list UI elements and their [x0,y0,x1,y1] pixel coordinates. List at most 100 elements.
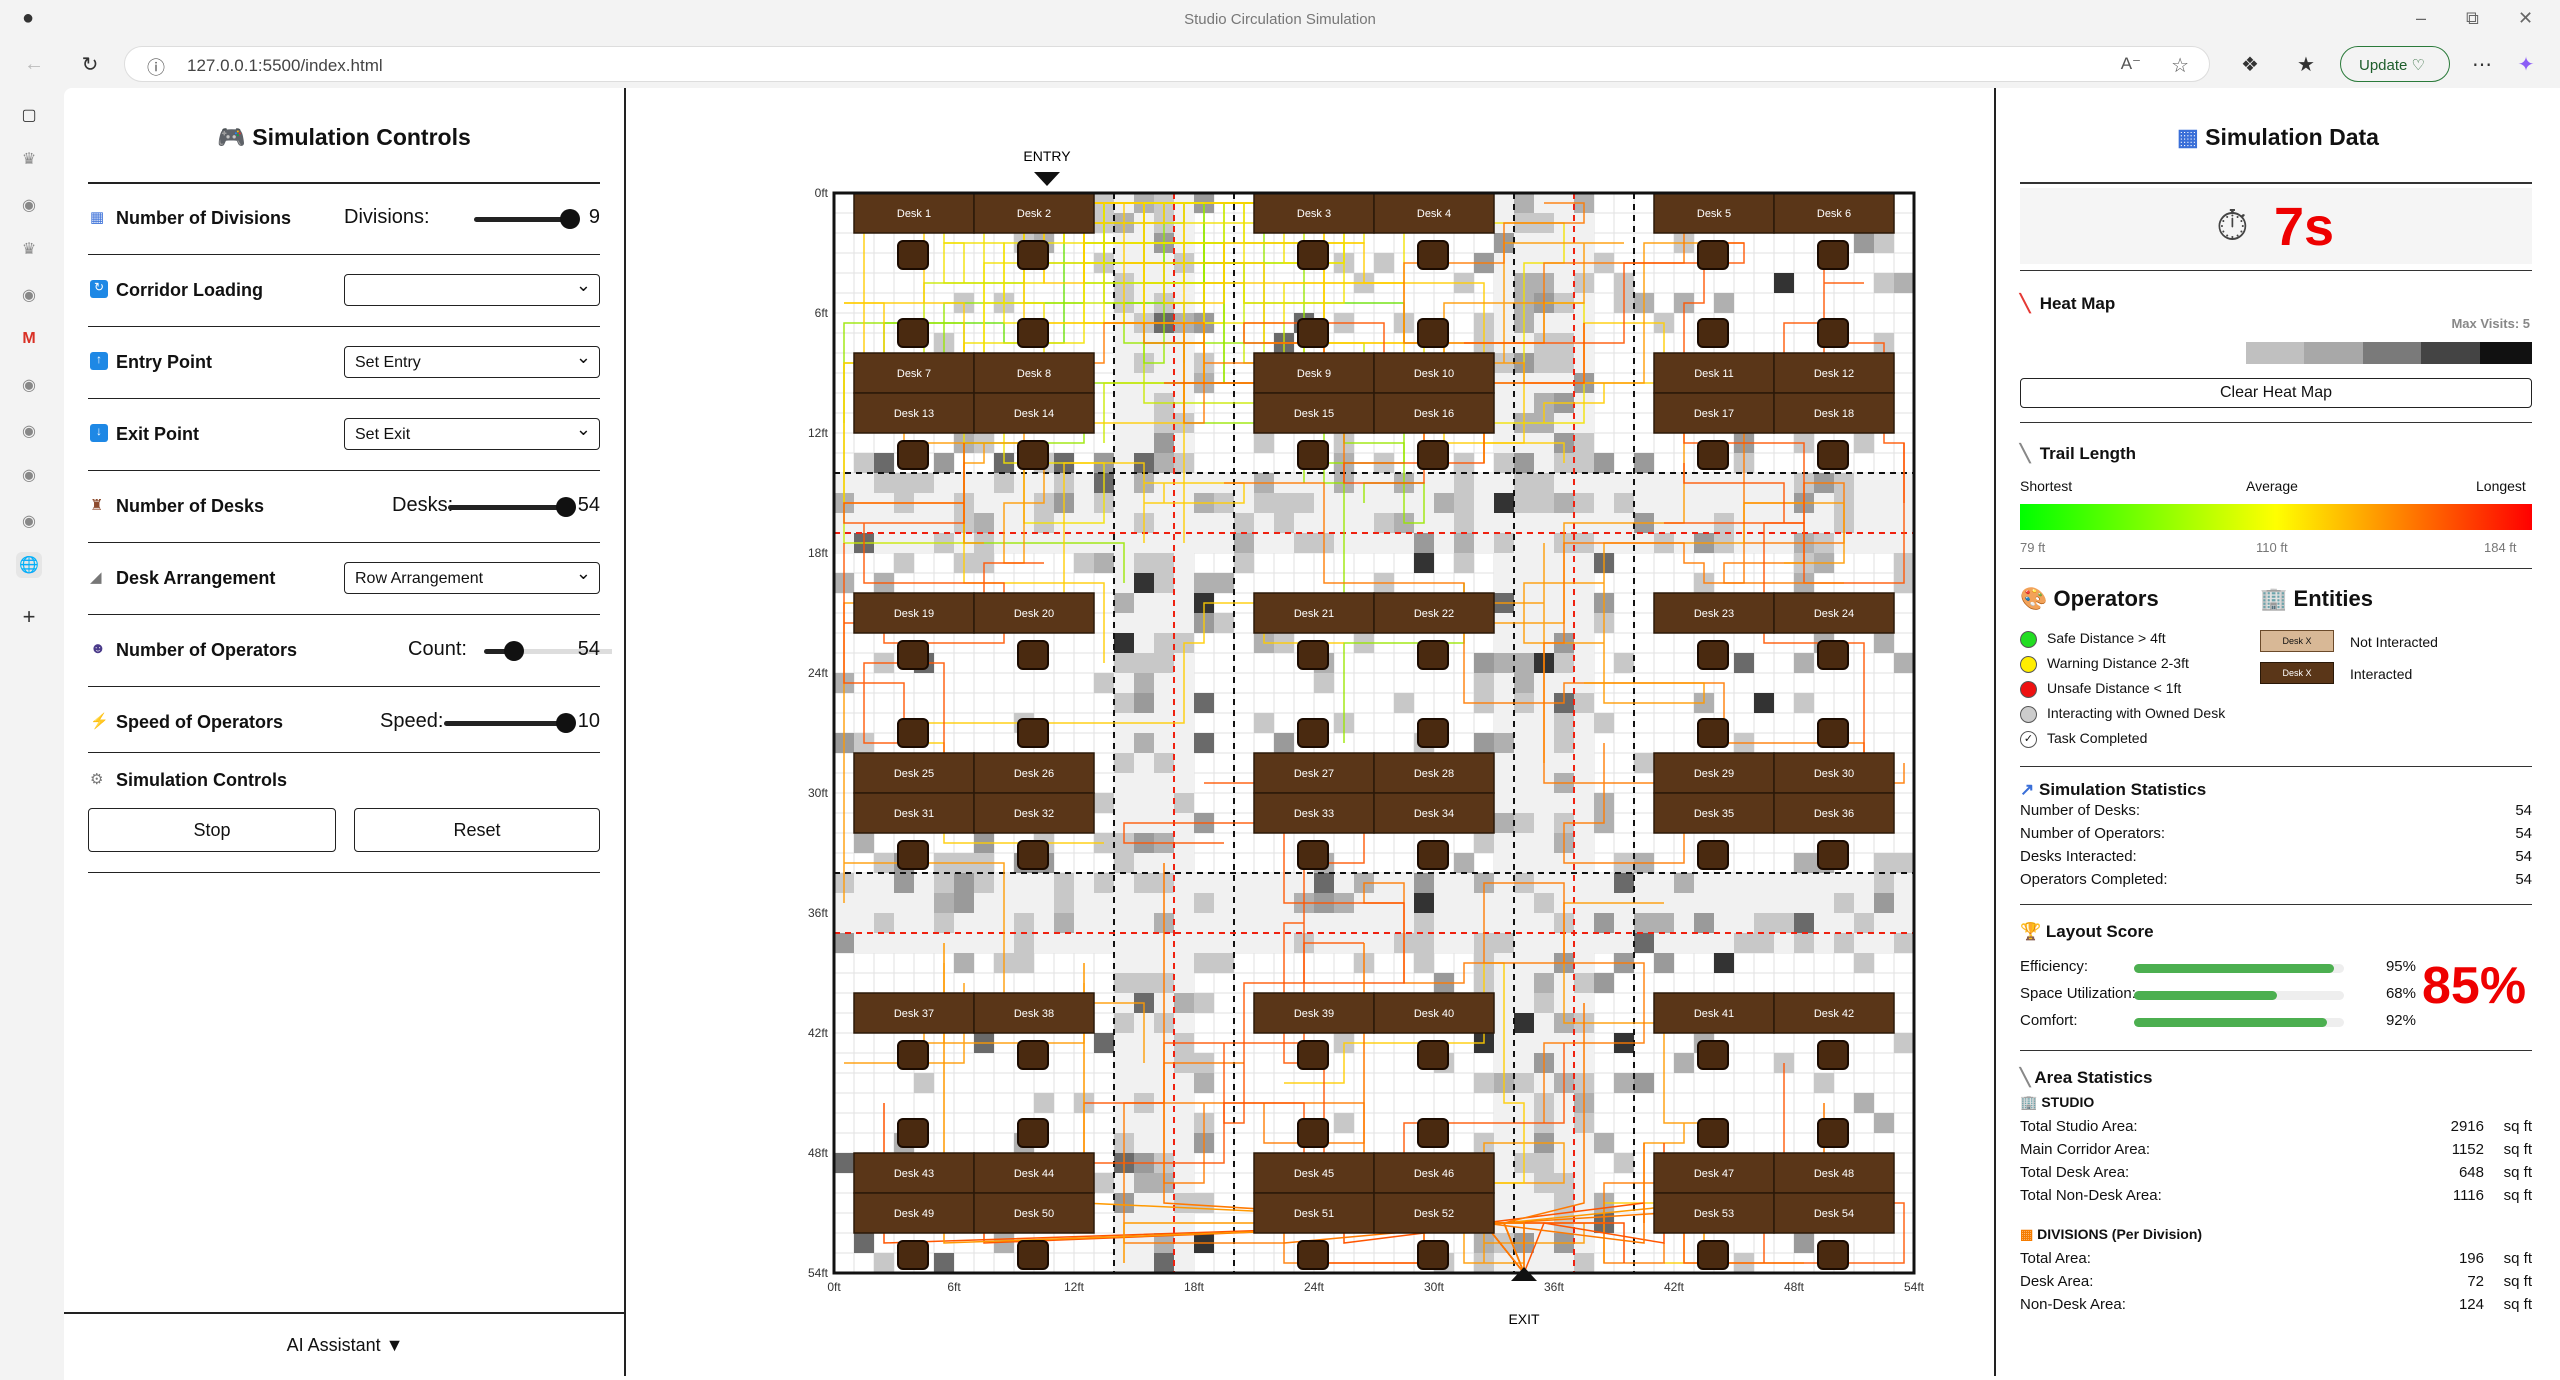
operator-legend-item: ✓ Task Completed [2020,730,2147,748]
refresh-icon[interactable]: ↻ [76,50,104,78]
corridor-label: Corridor Loading [116,280,263,300]
heat-cell [1834,933,1854,953]
max-visits: Max Visits: 5 [2451,316,2530,331]
heat-cell [1454,473,1474,493]
desk-label: Desk 16 [1414,408,1454,420]
heat-cell [1654,953,1674,973]
gmail-icon[interactable]: M [16,326,42,352]
chair-icon [1817,440,1849,470]
heat-cell [854,453,874,473]
chair-icon [1697,1240,1729,1270]
floor-plan-canvas[interactable]: Desk 1 Desk 2 Desk 3 Desk 4 Desk 5 Desk 6 Desk… [626,88,1992,1376]
exit-select[interactable]: Set Exit [344,418,600,450]
studio-label: STUDIO [2041,1094,2095,1110]
desks-slider[interactable] [448,497,576,517]
restore-icon[interactable]: ⧉ [2466,8,2479,29]
circle-icon[interactable]: ◉ [16,508,42,534]
chair-icon [897,640,929,670]
more-icon[interactable]: ⋯ [2468,50,2496,78]
chair-icon [1017,240,1049,270]
heat-cell [1234,553,1254,573]
minimize-icon[interactable]: – [2416,8,2426,29]
globe-icon[interactable]: 🌐 [16,552,42,578]
heat-cell [1794,853,1814,873]
circle-icon[interactable]: ◉ [16,462,42,488]
divisions-slider[interactable] [474,209,580,229]
update-button[interactable]: Update ♡ [2340,46,2450,82]
heat-cell [1254,493,1274,513]
heat-cell [1594,713,1614,733]
extensions-icon[interactable]: ❖ [2236,50,2264,78]
area-row: Desk Area: 72 sq ft [2020,1273,2532,1295]
heat-cell [1294,493,1314,513]
clear-heatmap-button[interactable]: Clear Heat Map [2020,378,2532,408]
x-tick-label: 0ft [827,1280,841,1294]
back-icon[interactable]: ← [20,50,48,78]
heat-cell [1854,953,1874,973]
arrangement-label: Desk Arrangement [116,568,276,588]
arrangement-select[interactable]: Row Arrangement [344,562,600,594]
heat-cell [1634,453,1654,473]
divider [88,254,600,255]
crown-icon[interactable]: ♛ [16,236,42,262]
chair-icon [897,1040,929,1070]
entry-marker-icon[interactable] [1034,172,1060,186]
reset-button[interactable]: Reset [354,808,600,852]
circle-icon[interactable]: ◉ [16,192,42,218]
desk-label: Desk 17 [1694,408,1734,420]
heat-cell [1494,813,1514,833]
corridor-select[interactable] [344,274,600,306]
address-bar[interactable]: ⓘ 127.0.0.1:5500/index.html A⁻ ☆ [124,46,2210,82]
trail-label: Trail Length [2039,444,2137,463]
entry-select[interactable]: Set Entry [344,346,600,378]
favorites-icon[interactable]: ★ [2292,50,2320,78]
exit-row: ↓ Exit Point Set Exit [88,400,600,470]
speed-label: Speed of Operators [116,712,284,732]
add-icon[interactable]: + [16,604,42,630]
divisions-slider-thumb[interactable] [560,209,580,229]
x-tick-label: 54ft [1904,1280,1925,1294]
heat-cell [1574,973,1594,993]
favorite-star-icon[interactable]: ☆ [2171,53,2189,78]
divisions-sub: Divisions: [344,206,430,228]
heat-cell [1554,353,1574,373]
speed-slider[interactable] [444,713,576,733]
info-icon[interactable]: ⓘ [147,54,165,80]
score-bar [2134,991,2344,1000]
bar-chart-icon: ▦ [90,209,105,226]
speed-slider-thumb[interactable] [556,713,576,733]
stop-button[interactable]: Stop [88,808,336,852]
circle-icon[interactable]: ◉ [16,372,42,398]
close-icon[interactable]: ✕ [2518,8,2533,29]
heat-cell [1574,693,1594,713]
heat-cell [1614,653,1634,673]
crown-icon[interactable]: ♛ [16,146,42,172]
heat-cell [1154,633,1174,653]
heat-cell [1534,493,1554,513]
heat-cell [1014,953,1034,973]
stat-key: Number of Operators: [2020,825,2166,842]
heat-cell [1414,553,1434,573]
read-aloud-icon[interactable]: A⁻ [2121,54,2141,74]
operators-slider-thumb[interactable] [504,641,524,661]
heat-cell [1194,693,1214,713]
divider [2020,182,2532,184]
heat-cell [1874,853,1894,873]
stats-title: Simulation Statistics [2038,780,2207,799]
desks-slider-thumb[interactable] [556,497,576,517]
copilot-icon[interactable]: ✦ [2512,50,2540,78]
sim-controls-label: Simulation Controls [116,770,287,790]
circle-icon[interactable]: ◉ [16,282,42,308]
desk-label: Desk 6 [1817,208,1851,220]
heat-cell [1154,753,1174,773]
status-dot-icon [2020,680,2037,698]
x-tick-label: 42ft [1664,1280,1685,1294]
tabs-icon[interactable]: ▢ [16,102,42,128]
heat-cell [1894,1033,1914,1053]
heat-cell [1654,913,1674,933]
circle-icon[interactable]: ◉ [16,418,42,444]
heat-cell [1854,913,1874,933]
area-key: Desk Area: [2020,1273,2094,1290]
ai-assistant-toggle[interactable]: AI Assistant ▼ [64,1312,626,1376]
heat-cell [874,1253,894,1273]
